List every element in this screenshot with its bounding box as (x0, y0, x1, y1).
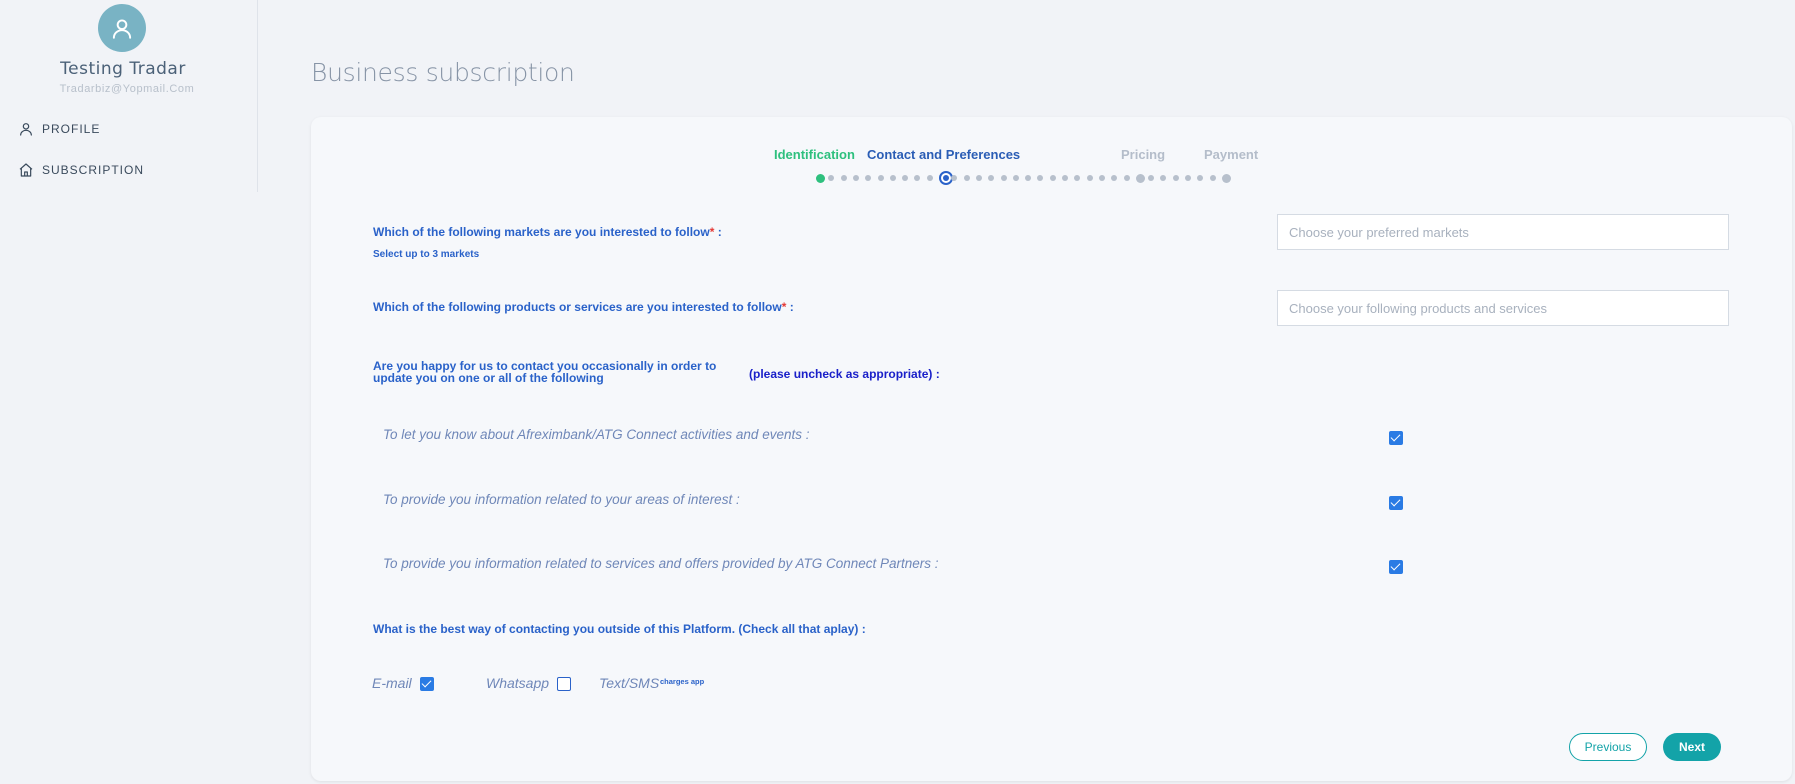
stepper-dot (1160, 175, 1166, 181)
contact-option-activities: To let you know about Afreximbank/ATG Co… (383, 427, 810, 442)
stepper-dot (1185, 175, 1191, 181)
page-title: Business subscription (311, 58, 575, 87)
stepper-dot (878, 175, 884, 181)
user-name: Testing Tradar (60, 59, 186, 79)
stepper-dot (828, 175, 834, 181)
stepper-dot (951, 175, 957, 181)
markets-question-text: Which of the following markets are you i… (373, 225, 710, 239)
stepper-dot (1025, 175, 1031, 181)
products-select[interactable]: Choose your following products and servi… (1277, 290, 1729, 326)
step-payment[interactable]: Payment (1204, 147, 1258, 162)
products-question: Which of the following products or servi… (373, 300, 794, 314)
channel-whatsapp-checkbox[interactable] (557, 677, 571, 691)
user-avatar-icon (112, 19, 132, 39)
sidebar-item-subscription[interactable]: SUBSCRIPTION (18, 162, 144, 178)
stepper-dot (1050, 175, 1056, 181)
stepper-dot (1074, 175, 1080, 181)
products-question-text: Which of the following products or servi… (373, 300, 782, 314)
stepper-dot (1173, 175, 1179, 181)
stepper-dot (927, 175, 933, 181)
channels-question: What is the best way of contacting you o… (373, 622, 866, 636)
stepper-dot (1222, 173, 1231, 183)
stepper-dot (1062, 175, 1068, 181)
stepper-dot (1001, 175, 1007, 181)
stepper-dot (964, 175, 970, 181)
stepper-dot (1099, 175, 1105, 181)
stepper-dot (988, 175, 994, 181)
home-icon (18, 162, 34, 178)
channel-sms-label: Text/SMS (599, 675, 660, 691)
previous-button[interactable]: Previous (1569, 733, 1647, 761)
step-contact-preferences[interactable]: Contact and Preferences (867, 147, 1020, 162)
contact-question-note: (please uncheck as appropriate) : (749, 367, 940, 381)
stepper-dot (816, 173, 825, 183)
next-button[interactable]: Next (1663, 733, 1721, 761)
sidebar-item-label: SUBSCRIPTION (42, 163, 145, 177)
sidebar: Testing Tradar Tradarbiz@Yopmail.Com PRO… (0, 0, 258, 192)
subscription-form-card: Identification Contact and Preferences P… (311, 117, 1792, 781)
stepper-dot (1087, 175, 1093, 181)
channel-whatsapp-label: Whatsapp (486, 675, 550, 691)
sidebar-item-profile[interactable]: PROFILE (18, 121, 100, 137)
stepper-dot (1124, 175, 1130, 181)
markets-question: Which of the following markets are you i… (373, 225, 722, 239)
stepper-dot (914, 175, 920, 181)
contact-option-interests-checkbox[interactable] (1389, 496, 1403, 510)
contact-question: Are you happy for us to contact you occa… (373, 359, 717, 385)
stepper-dot (853, 175, 859, 181)
contact-option-partners-checkbox[interactable] (1389, 560, 1403, 574)
stepper-dot (902, 175, 908, 181)
channel-email-label: E-mail (372, 675, 412, 691)
stepper-progress (311, 170, 1792, 186)
user-icon (18, 121, 34, 137)
markets-hint: Select up to 3 markets (373, 249, 480, 260)
markets-question-suffix: : (714, 225, 722, 239)
contact-option-partners: To provide you information related to se… (383, 556, 939, 571)
contact-option-activities-checkbox[interactable] (1389, 431, 1403, 445)
stepper-dot (1148, 175, 1154, 181)
avatar[interactable] (98, 4, 146, 52)
markets-select[interactable]: Choose your preferred markets (1277, 214, 1729, 250)
stepper-dot (1037, 175, 1043, 181)
stepper-dot (865, 175, 871, 181)
stepper-dot (1136, 173, 1145, 183)
channel-email-checkbox[interactable] (420, 677, 434, 691)
user-email: Tradarbiz@Yopmail.Com (59, 83, 195, 95)
contact-option-interests: To provide you information related to yo… (383, 492, 740, 507)
step-identification[interactable]: Identification (774, 147, 855, 162)
stepper-dot (841, 175, 847, 181)
stepper-dot (1013, 175, 1019, 181)
stepper-dot (1210, 175, 1216, 181)
step-pricing[interactable]: Pricing (1121, 147, 1165, 162)
stepper-dot (1197, 175, 1203, 181)
stepper-dot (1111, 175, 1117, 181)
stepper-dot (976, 175, 982, 181)
stepper-dot (890, 175, 896, 181)
products-question-suffix: : (786, 300, 794, 314)
sidebar-item-label: PROFILE (42, 122, 101, 136)
channel-sms-note: charges apply (660, 677, 704, 686)
